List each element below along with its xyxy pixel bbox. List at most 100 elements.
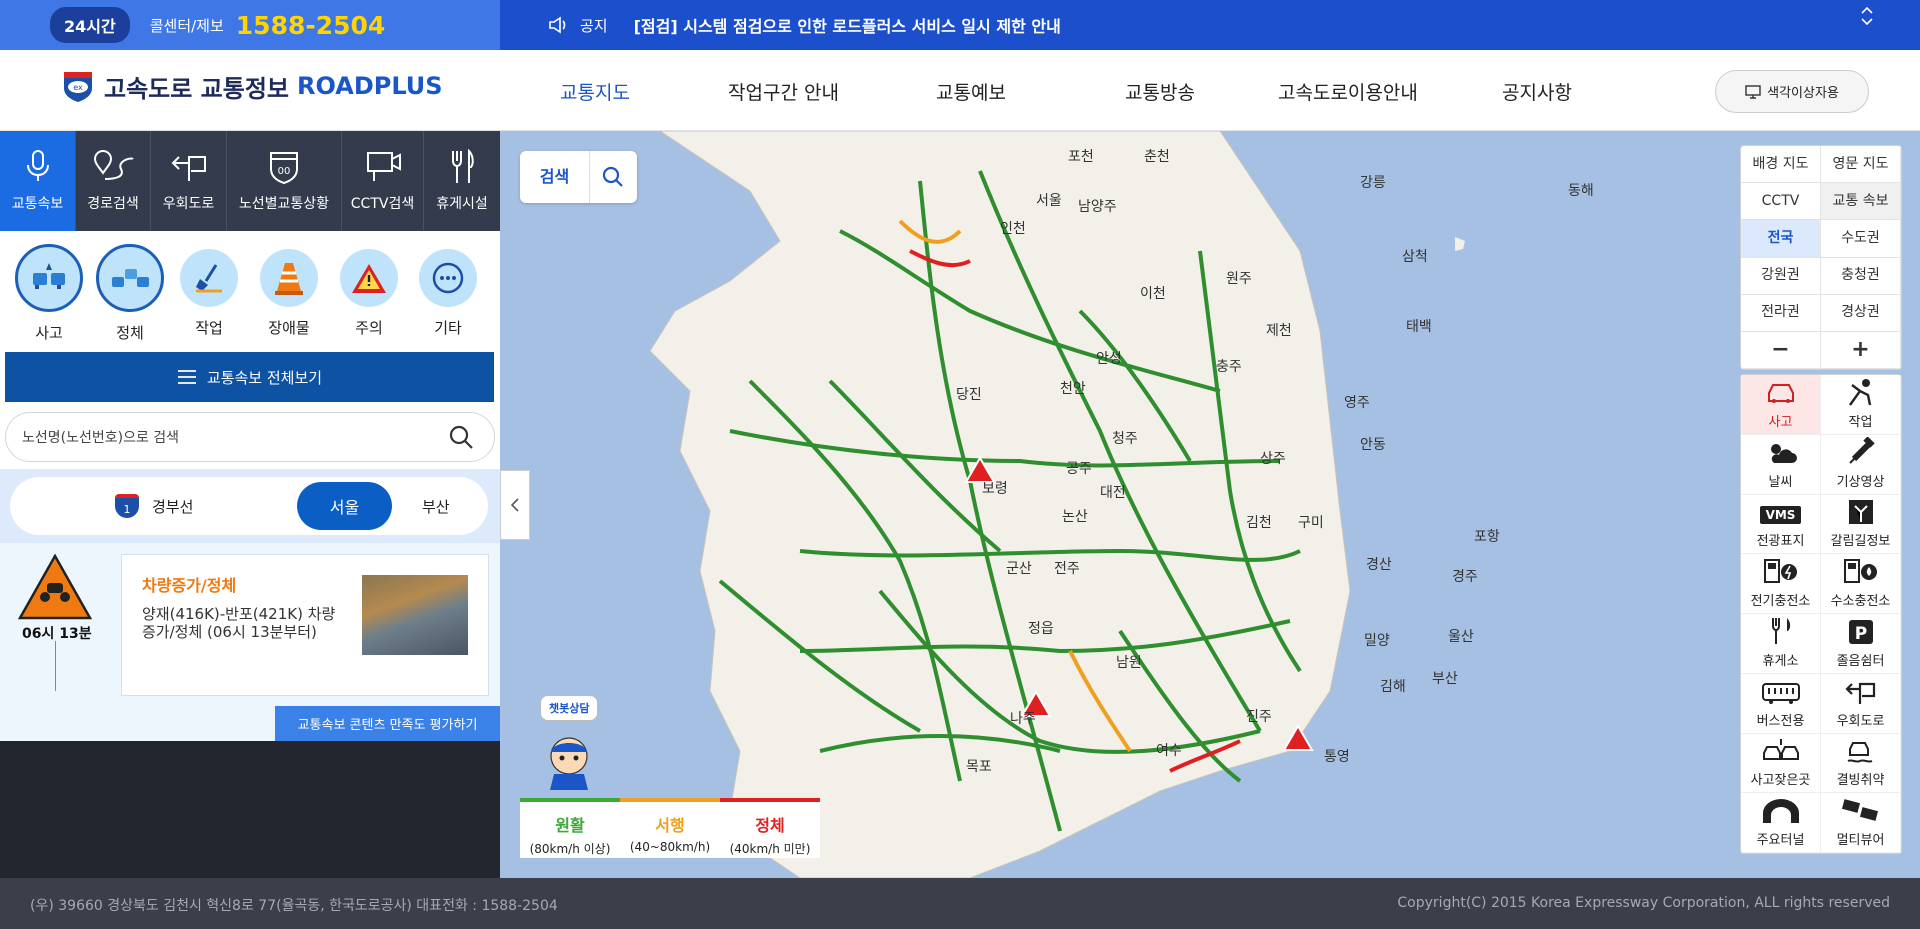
- skid-icon: [1847, 742, 1872, 763]
- chevron-down-icon[interactable]: [1860, 17, 1874, 27]
- place-label: 영주: [1344, 395, 1370, 411]
- layer-ev-charger[interactable]: 전기충전소: [1741, 554, 1821, 614]
- place-label: 서울: [1036, 193, 1062, 209]
- category-other[interactable]: 기타: [413, 249, 483, 338]
- layer-hydrogen-station[interactable]: 수소충전소: [1821, 554, 1901, 614]
- chatbot-mascot-icon[interactable]: [538, 732, 600, 792]
- region-capital-button[interactable]: 수도권: [1821, 220, 1901, 258]
- cctv-toggle-button[interactable]: CCTV: [1741, 183, 1821, 221]
- layer-multiviewer[interactable]: 멀티뷰어: [1821, 793, 1901, 853]
- category-work[interactable]: 작업: [174, 249, 244, 338]
- nav-highway-guide[interactable]: 고속도로이용안내: [1278, 78, 1418, 105]
- zoom-in-button[interactable]: +: [1821, 331, 1901, 369]
- traffic-map[interactable]: 포천 춘천 강릉 동해 삼척 서울 남양주 인천 이천 원주 제천 태백 안성 …: [500, 131, 1920, 878]
- traffic-news-toggle-button[interactable]: 교통 속보: [1821, 183, 1901, 221]
- chevron-left-icon: [510, 498, 519, 512]
- 24h-badge: 24시간: [50, 7, 130, 43]
- sidebar-item-detour[interactable]: 우회도로: [151, 131, 227, 231]
- search-icon[interactable]: [448, 424, 474, 450]
- notice-text[interactable]: [점검] 시스템 점검으로 인한 로드플러스 서비스 일시 제한 안내: [634, 13, 1061, 37]
- layer-label: 버스전용: [1756, 713, 1805, 729]
- place-label: 부산: [1432, 671, 1458, 687]
- footer: (우) 39660 경상북도 김천시 혁신8로 77(율곡동, 한국도로공사) …: [0, 878, 1920, 929]
- sidebar-item-route-search[interactable]: 경로검색: [76, 131, 151, 231]
- layer-label: 멀티뷰어: [1836, 833, 1885, 848]
- route-name: 경부선: [152, 498, 194, 516]
- layer-icy-road[interactable]: 결빙취약: [1821, 733, 1901, 794]
- category-obstacle[interactable]: 장애물: [254, 249, 324, 338]
- layer-bus-lane[interactable]: 버스전용: [1741, 673, 1821, 734]
- view-all-button[interactable]: 교통속보 전체보기: [5, 352, 494, 402]
- parking-icon: P: [1848, 619, 1873, 644]
- event-description: 양재(416K)-반포(421K) 차량증가/정체 (06시 13분부터): [142, 605, 336, 641]
- cctv-thumbnail[interactable]: [362, 575, 468, 655]
- category-congestion[interactable]: 정체: [95, 244, 165, 343]
- layer-work[interactable]: 작업: [1821, 375, 1901, 435]
- event-card[interactable]: 차량증가/정체 양재(416K)-반포(421K) 차량증가/정체 (06시 1…: [121, 554, 489, 696]
- layer-detour[interactable]: 우회도로: [1821, 673, 1901, 734]
- place-label: 진주: [1246, 709, 1272, 725]
- vms-icon: VMS: [1759, 506, 1802, 525]
- sidebar-item-rest-area[interactable]: 휴게시설: [424, 131, 500, 231]
- shovel-icon: [180, 249, 238, 307]
- place-label: 통영: [1324, 749, 1350, 765]
- map-layers: 사고 작업 날씨 기상영상 VMS 전광표지 갈림길정보 전기충전소 수소충전소…: [1740, 374, 1902, 854]
- layer-weather-video[interactable]: 기상영상: [1821, 434, 1901, 495]
- nav-notice[interactable]: 공지사항: [1502, 78, 1572, 105]
- colorblind-button[interactable]: 색각이상자용: [1715, 70, 1869, 113]
- korea-map[interactable]: 포천 춘천 강릉 동해 삼척 서울 남양주 인천 이천 원주 제천 태백 안성 …: [500, 131, 1920, 878]
- category-label: 주의: [355, 319, 383, 337]
- content-evaluation-button[interactable]: 교통속보 콘텐츠 만족도 평가하기: [275, 706, 500, 741]
- layer-label: 우회도로: [1836, 713, 1885, 729]
- legend-range: (40~80km/h): [629, 840, 711, 854]
- sidebar-item-cctv[interactable]: CCTV검색: [342, 131, 424, 231]
- layer-accident[interactable]: 사고: [1741, 375, 1821, 435]
- layer-vms[interactable]: VMS 전광표지: [1741, 494, 1821, 555]
- place-label: 김천: [1246, 515, 1272, 531]
- sidebar-collapse-button[interactable]: [500, 470, 530, 540]
- layer-frequent-accident[interactable]: 사고잦은곳: [1741, 733, 1821, 794]
- sidebar-item-traffic-news[interactable]: 교통속보: [0, 131, 76, 231]
- region-gyeongsang-button[interactable]: 경상권: [1821, 294, 1901, 332]
- region-jeolla-button[interactable]: 전라권: [1741, 294, 1821, 332]
- place-label: 포항: [1474, 529, 1500, 545]
- region-nationwide-button[interactable]: 전국: [1741, 220, 1821, 258]
- layer-tunnel[interactable]: 주요터널: [1741, 793, 1821, 853]
- top-bar: 24시간 콜센터/제보 1588-2504 공지 [점검] 시스템 점검으로 인…: [0, 0, 1920, 50]
- chatbot-label[interactable]: 챗봇상담: [540, 695, 599, 721]
- direction-seoul-button[interactable]: 서울: [297, 482, 392, 530]
- layer-drowsy-shelter[interactable]: P 졸음쉼터: [1821, 614, 1901, 674]
- place-label: 이천: [1140, 286, 1166, 302]
- detour-icon: [1844, 682, 1875, 704]
- english-map-button[interactable]: 영문 지도: [1821, 146, 1901, 184]
- sidebar-item-label: 우회도로: [162, 196, 215, 212]
- layer-weather[interactable]: 날씨: [1741, 434, 1821, 495]
- route-search-input[interactable]: 노선명(노선번호)으로 검색: [5, 412, 495, 462]
- layer-junction[interactable]: 갈림길정보: [1821, 494, 1901, 555]
- sidebar-item-route-status[interactable]: 00 노선별교통상황: [227, 131, 342, 231]
- chevron-up-icon[interactable]: [1860, 5, 1874, 15]
- layer-label: 수소충전소: [1830, 594, 1891, 609]
- zoom-out-button[interactable]: −: [1741, 331, 1821, 369]
- nav-work-zone[interactable]: 작업구간 안내: [728, 78, 839, 105]
- background-map-button[interactable]: 배경 지도: [1741, 146, 1821, 184]
- map-search-button[interactable]: 검색: [520, 151, 637, 203]
- place-label: 나주: [1010, 711, 1036, 727]
- footer-copyright: Copyright(C) 2015 Korea Expressway Corpo…: [1397, 895, 1890, 911]
- category-caution[interactable]: 주의: [334, 249, 404, 338]
- place-label: 밀양: [1364, 633, 1390, 649]
- site-logo[interactable]: ex 고속도로 교통정보 ROADPLUS: [60, 68, 443, 104]
- layer-rest-area[interactable]: 휴게소: [1741, 614, 1821, 674]
- traffic-cone-icon: [260, 249, 318, 307]
- notice-bar[interactable]: 공지 [점검] 시스템 점검으로 인한 로드플러스 서비스 일시 제한 안내: [500, 0, 1920, 50]
- call-center-number: 1588-2504: [235, 10, 386, 40]
- region-chungcheong-button[interactable]: 충청권: [1821, 257, 1901, 295]
- nav-traffic-map[interactable]: 교통지도: [560, 78, 630, 105]
- direction-busan-button[interactable]: 부산: [422, 496, 450, 517]
- nav-traffic-broadcast[interactable]: 교통방송: [1125, 78, 1195, 105]
- category-accident[interactable]: 사고: [14, 244, 84, 343]
- place-label: 구미: [1298, 515, 1324, 531]
- place-label: 인천: [1000, 221, 1026, 237]
- region-gangwon-button[interactable]: 강원권: [1741, 257, 1821, 295]
- nav-traffic-forecast[interactable]: 교통예보: [936, 78, 1006, 105]
